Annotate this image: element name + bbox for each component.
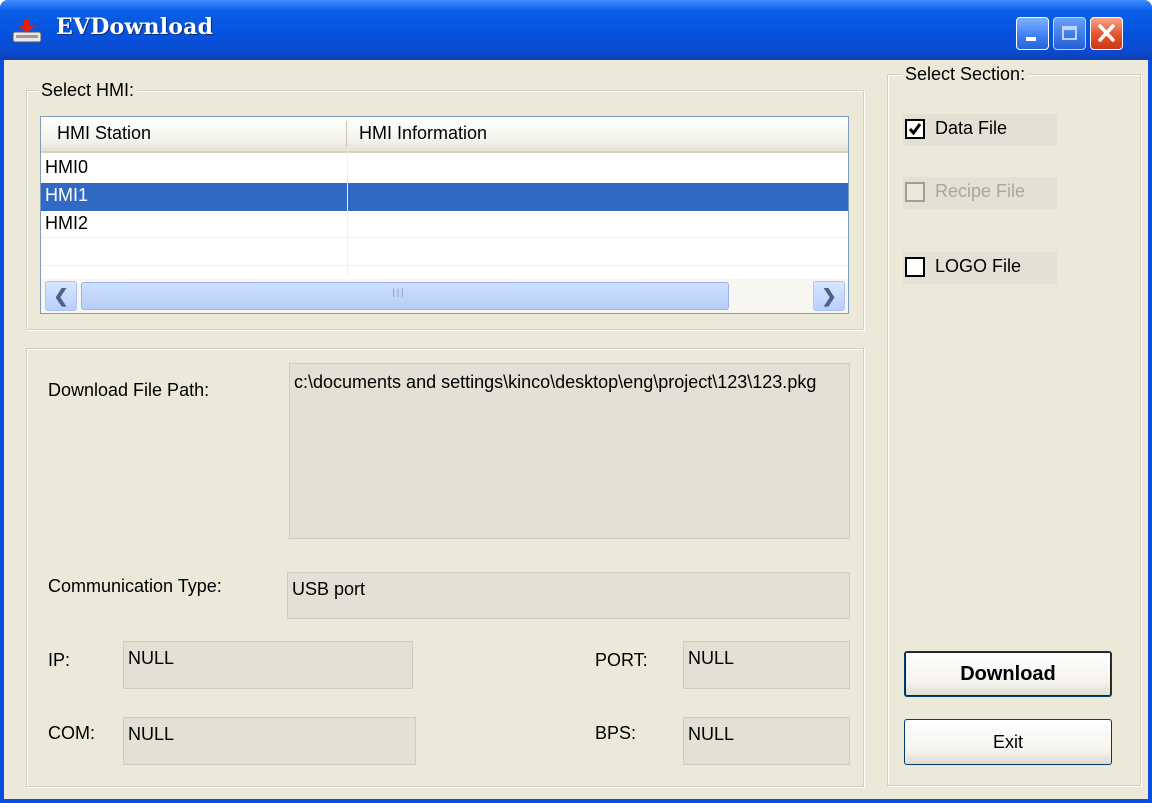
grid-line	[347, 151, 348, 275]
scrollbar-grip-icon: III	[392, 286, 406, 300]
data-file-label: Data File	[935, 118, 1008, 138]
download-app-icon	[12, 19, 42, 43]
hmi-station-cell: HMI0	[45, 157, 89, 177]
scroll-right-icon[interactable]: ❯	[813, 281, 845, 311]
comm-type-label: Communication Type:	[48, 576, 222, 596]
bps-field: NULL	[683, 717, 850, 765]
hmi-row-hmi0[interactable]: HMI0	[41, 155, 848, 183]
com-field: NULL	[123, 717, 416, 765]
port-field: NULL	[683, 641, 850, 689]
maximize-icon	[1062, 26, 1077, 40]
minimize-button[interactable]	[1016, 17, 1049, 50]
checkbox-unchecked-icon	[905, 257, 925, 277]
horizontal-scrollbar[interactable]: ❮ III ❯	[41, 279, 848, 313]
select-section-legend: Select Section:	[902, 64, 1029, 85]
download-path-label: Download File Path:	[48, 380, 210, 400]
port-label: PORT:	[595, 650, 648, 670]
download-button[interactable]: Download	[904, 651, 1112, 697]
data-file-checkbox[interactable]: Data File	[903, 114, 1057, 146]
recipe-file-label: Recipe File	[935, 181, 1026, 201]
com-label: COM:	[48, 723, 95, 743]
hmi-list-header: HMI Station HMI Information	[41, 117, 848, 153]
grid-line	[41, 265, 848, 266]
column-divider[interactable]	[346, 121, 347, 147]
maximize-button[interactable]	[1053, 17, 1086, 50]
checkbox-unchecked-icon	[905, 182, 925, 202]
comm-type-field: USB port	[287, 572, 850, 619]
logo-file-checkbox[interactable]: LOGO File	[903, 252, 1057, 284]
hmi-list[interactable]: HMI Station HMI Information HMI0 HMI1 HM…	[40, 116, 849, 314]
close-icon	[1098, 24, 1115, 42]
logo-file-label: LOGO File	[935, 256, 1022, 276]
close-button[interactable]	[1090, 17, 1123, 50]
hmi-row-hmi2[interactable]: HMI2	[41, 211, 848, 239]
column-hmi-station[interactable]: HMI Station	[57, 123, 151, 144]
minimize-icon	[1026, 37, 1036, 41]
window-title: EVDownload	[56, 14, 214, 40]
ip-field: NULL	[123, 641, 413, 689]
scrollbar-thumb[interactable]: III	[81, 282, 729, 310]
grid-line	[41, 237, 848, 238]
select-hmi-legend: Select HMI:	[38, 80, 138, 101]
checkbox-checked-icon	[905, 119, 925, 139]
hmi-row-hmi1[interactable]: HMI1	[41, 183, 848, 211]
ip-label: IP:	[48, 650, 71, 670]
bps-label: BPS:	[595, 723, 637, 743]
recipe-file-checkbox: Recipe File	[903, 177, 1057, 209]
scroll-left-icon[interactable]: ❮	[45, 281, 77, 311]
title-bar[interactable]: EVDownload	[0, 0, 1152, 60]
hmi-station-cell: HMI2	[45, 213, 89, 233]
exit-button[interactable]: Exit	[904, 719, 1112, 765]
column-hmi-information[interactable]: HMI Information	[359, 123, 487, 144]
hmi-station-cell: HMI1	[45, 185, 89, 205]
download-path-field: c:\documents and settings\kinco\desktop\…	[289, 363, 850, 539]
